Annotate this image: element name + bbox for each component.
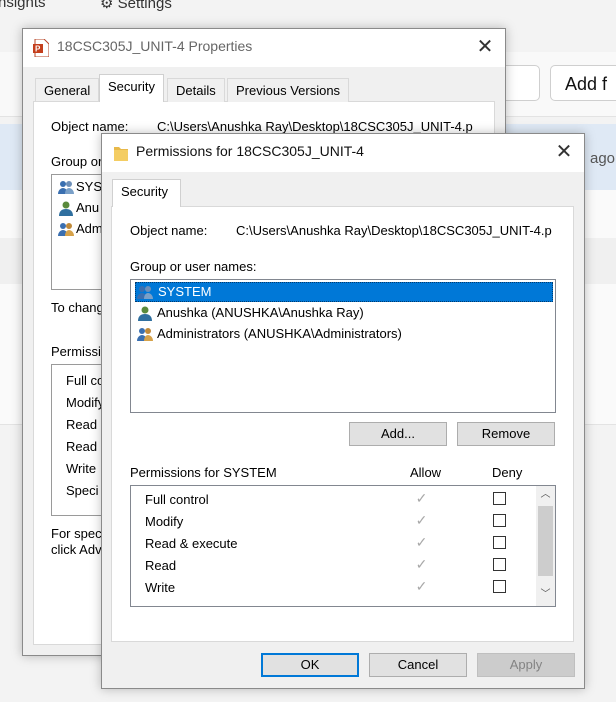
permission-name: Modify	[66, 395, 105, 410]
permissions-label: Permissio	[51, 344, 109, 359]
object-name-value: C:\Users\Anushka Ray\Desktop\18CSC305J_U…	[157, 119, 473, 134]
list-item-administrators[interactable]: Administrators (ANUSHKA\Administrators)	[135, 324, 406, 344]
properties-title: 18CSC305J_UNIT-4 Properties	[57, 38, 253, 54]
cancel-button[interactable]: Cancel	[369, 653, 467, 677]
allow-checkbox: ✓	[415, 534, 428, 550]
permissions-list[interactable]: Full control ✓ Modify ✓ Read & execute ✓…	[130, 485, 556, 607]
group-label: Group or user names:	[130, 259, 257, 274]
permission-write: Write	[145, 580, 176, 595]
permissions-for-label: Permissions for SYSTEM	[130, 465, 277, 480]
permission-modify: Modify	[145, 514, 184, 529]
list-item[interactable]: Adm	[56, 219, 107, 239]
deny-checkbox[interactable]	[493, 514, 506, 527]
users-group-icon	[58, 181, 74, 194]
permission-read-execute: Read & execute	[145, 536, 238, 551]
advanced-hint-text: click Adv	[51, 542, 102, 557]
list-item[interactable]: SYS	[56, 177, 106, 197]
user-name: Administrators (ANUSHKA\Administrators)	[157, 326, 402, 341]
settings-text: Settings	[117, 0, 172, 12]
user-name: Anushka (ANUSHKA\Anushka Ray)	[157, 305, 364, 320]
allow-checkbox: ✓	[415, 490, 428, 506]
list-item-anushka[interactable]: Anushka (ANUSHKA\Anushka Ray)	[135, 303, 368, 323]
background-add-button[interactable]: Add f	[550, 65, 616, 101]
permission-read: Read	[145, 558, 177, 573]
list-item[interactable]: Anu	[56, 198, 103, 218]
user-list[interactable]: SYSTEM Anushka (ANUSHKA\Anushka Ray) Adm…	[130, 279, 556, 413]
permission-name: Write	[66, 461, 97, 476]
user-name: Adm	[76, 221, 103, 236]
user-icon	[59, 201, 73, 216]
permissions-close-icon[interactable]: ✕	[550, 140, 578, 164]
permission-name: Read	[66, 417, 98, 432]
scroll-down-icon[interactable]: ﹀	[536, 586, 555, 604]
properties-close-icon[interactable]: ✕	[471, 35, 499, 59]
list-item-system[interactable]: SYSTEM	[135, 282, 553, 302]
permission-full-control: Full control	[145, 492, 209, 507]
permissions-dialog: Permissions for 18CSC305J_UNIT-4 ✕ Secur…	[101, 133, 585, 689]
permissions-scrollbar[interactable]: ︿ ﹀	[536, 486, 555, 606]
background-topbar: nsights ⚙ Settings	[0, 0, 616, 24]
tab-previous-versions[interactable]: Previous Versions	[227, 78, 350, 102]
scrollbar-thumb[interactable]	[538, 506, 553, 576]
tab-security[interactable]: Security	[112, 179, 181, 207]
deny-checkbox[interactable]	[493, 536, 506, 549]
allow-header: Allow	[410, 465, 442, 480]
allow-checkbox: ✓	[415, 512, 428, 528]
deny-header: Deny	[492, 465, 523, 480]
deny-checkbox[interactable]	[493, 492, 506, 505]
permissions-titlebar: Permissions for 18CSC305J_UNIT-4 ✕	[102, 134, 584, 172]
special-permissions-text: For spec	[51, 526, 102, 541]
object-name-value: C:\Users\Anushka Ray\Desktop\18CSC305J_U…	[236, 223, 552, 238]
permission-name: Speci	[66, 483, 99, 498]
permissions-title: Permissions for 18CSC305J_UNIT-4	[136, 143, 364, 159]
allow-checkbox: ✓	[415, 578, 428, 594]
tab-details[interactable]: Details	[167, 78, 225, 102]
scroll-up-icon[interactable]: ︿	[536, 486, 555, 504]
object-name-label: Object name:	[51, 119, 129, 134]
ok-button[interactable]: OK	[261, 653, 359, 677]
permission-name: Read	[66, 439, 98, 454]
user-name: Anu	[76, 200, 100, 215]
deny-checkbox[interactable]	[493, 558, 506, 571]
background-ago-text: ago	[590, 150, 616, 167]
object-name-label: Object name:	[130, 223, 208, 238]
permission-name: Full co	[66, 373, 105, 388]
properties-titlebar: P 18CSC305J_UNIT-4 Properties ✕	[23, 29, 505, 67]
background-insights-label: nsights	[0, 0, 46, 11]
apply-button[interactable]: Apply	[477, 653, 575, 677]
group-label: Group or	[51, 154, 103, 169]
allow-checkbox: ✓	[415, 556, 428, 572]
to-change-text: To chang	[51, 300, 104, 315]
user-icon	[138, 306, 152, 321]
users-group-icon	[137, 286, 153, 299]
remove-button[interactable]: Remove	[457, 422, 555, 446]
powerpoint-file-icon: P	[33, 39, 49, 57]
users-group-icon	[137, 328, 153, 341]
user-name: SYSTEM	[158, 284, 212, 299]
svg-text:P: P	[35, 45, 41, 54]
user-name: SYS	[76, 179, 103, 194]
folder-icon	[114, 147, 128, 161]
background-settings-label[interactable]: ⚙ Settings	[100, 0, 172, 12]
tab-general[interactable]: General	[35, 78, 100, 102]
users-group-icon	[58, 223, 74, 236]
deny-checkbox[interactable]	[493, 580, 506, 593]
add-button[interactable]: Add...	[349, 422, 447, 446]
tab-security[interactable]: Security	[99, 74, 164, 102]
